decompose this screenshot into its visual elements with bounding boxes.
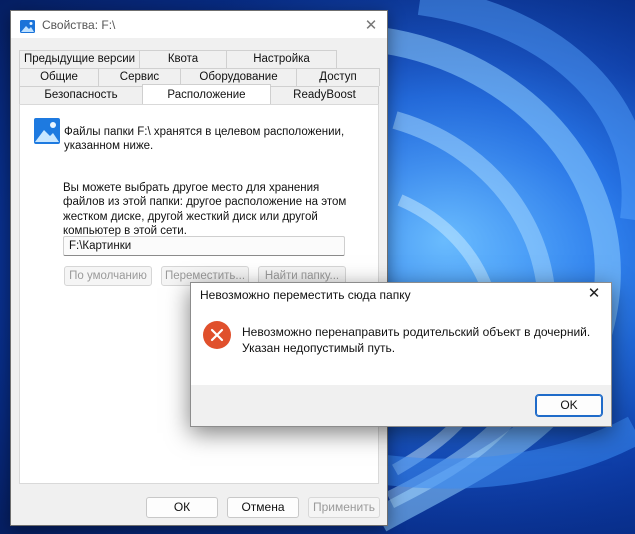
- cancel-button[interactable]: Отмена: [227, 497, 299, 518]
- tab-security[interactable]: Безопасность: [19, 86, 143, 104]
- error-dialog: Невозможно переместить сюда папку ✕ Нево…: [190, 282, 612, 427]
- tab-readyboost[interactable]: ReadyBoost: [270, 86, 379, 104]
- pictures-icon: [20, 18, 35, 33]
- properties-titlebar[interactable]: Свойства: F:\ ✕: [11, 11, 387, 38]
- pictures-folder-icon: [34, 118, 60, 144]
- error-message: Невозможно перенаправить родительский об…: [242, 325, 591, 355]
- apply-button[interactable]: Применить: [308, 497, 380, 518]
- tab-quota[interactable]: Квота: [139, 50, 227, 68]
- properties-title: Свойства: F:\: [42, 17, 116, 32]
- error-dialog-title: Невозможно переместить сюда папку: [200, 288, 411, 302]
- error-ok-button[interactable]: OK: [535, 394, 603, 417]
- tab-sharing[interactable]: Доступ: [296, 68, 380, 86]
- error-dialog-footer: OK: [191, 385, 611, 426]
- properties-window: Свойства: F:\ ✕ Предыдущие версии Квота …: [10, 10, 388, 526]
- target-path-input[interactable]: F:\Картинки: [63, 236, 345, 256]
- location-instructions: Вы можете выбрать другое место для хране…: [63, 182, 347, 237]
- tab-location[interactable]: Расположение: [142, 84, 271, 104]
- tab-previous-versions[interactable]: Предыдущие версии: [19, 50, 140, 68]
- tab-customize[interactable]: Настройка: [226, 50, 337, 68]
- tab-general[interactable]: Общие: [19, 68, 99, 86]
- location-description: Файлы папки F:\ хранятся в целевом распо…: [64, 126, 345, 152]
- restore-default-button[interactable]: По умолчанию: [64, 266, 152, 286]
- ok-button[interactable]: ОК: [146, 497, 218, 518]
- close-icon[interactable]: ✕: [361, 15, 381, 35]
- error-icon: [203, 321, 231, 349]
- close-icon[interactable]: ✕: [584, 284, 604, 304]
